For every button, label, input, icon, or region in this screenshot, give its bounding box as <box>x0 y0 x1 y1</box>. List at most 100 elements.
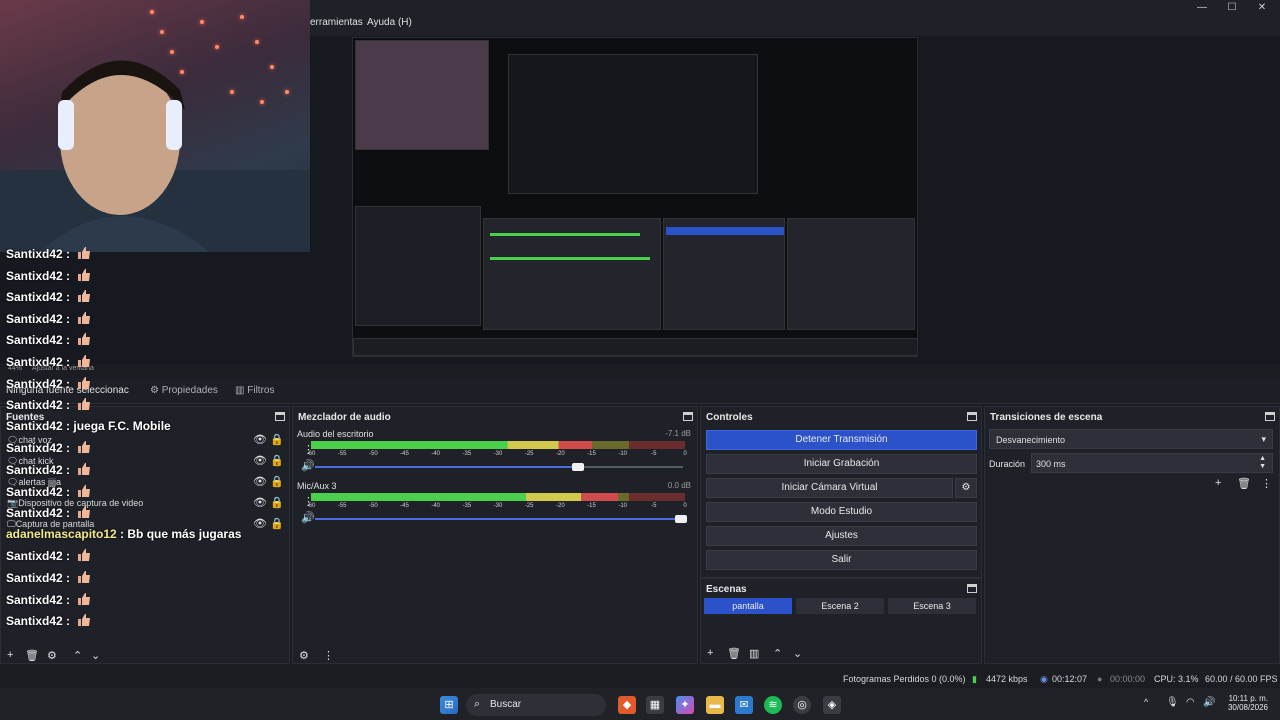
mixer-menu-icon[interactable]: ⋮ <box>323 649 334 662</box>
gear-icon[interactable]: ⚙ <box>47 649 57 662</box>
undock-icon[interactable] <box>967 412 977 421</box>
lock-icon[interactable]: 🔒 <box>270 496 284 509</box>
folder-icon[interactable]: ▬ <box>706 696 724 714</box>
chevron-down-icon[interactable]: ⌄ <box>91 649 100 662</box>
trash-icon[interactable]: 🗑 <box>25 649 39 662</box>
properties-label: Propiedades <box>161 385 218 396</box>
preview-canvas[interactable] <box>352 37 918 357</box>
transition-select[interactable]: Desvanecimiento ▾ <box>989 429 1273 449</box>
stop-stream-button[interactable]: Detener Transmisión <box>706 430 977 450</box>
eye-icon[interactable]: 👁 <box>253 433 267 446</box>
volume-knob[interactable] <box>571 463 584 471</box>
undock-icon[interactable] <box>683 412 693 421</box>
source-item[interactable]: 🗨alertas jjjja 👁 🔒 <box>7 473 284 491</box>
speaker-icon[interactable]: 🔊 <box>301 511 315 524</box>
volume-icon[interactable]: 🔊 <box>1203 697 1215 708</box>
meter-tick-label: -55 <box>337 451 347 457</box>
app-icon[interactable]: ◈ <box>823 696 841 714</box>
undock-icon[interactable] <box>275 412 285 421</box>
exit-button[interactable]: Salir <box>706 550 977 570</box>
channel-db: 0.0 dB <box>667 481 691 490</box>
chevron-up-icon[interactable]: ⌃ <box>773 647 782 660</box>
channel-name: Audio del escritorio <box>297 429 374 439</box>
settings-button[interactable]: Ajustes <box>706 526 977 546</box>
windows-start-icon[interactable]: ⊞ <box>440 696 458 714</box>
properties-button[interactable]: ⚙ Propiedades <box>150 385 218 396</box>
scene-2[interactable]: Escena 2 <box>796 598 884 614</box>
gear-icon: ⚙ <box>961 482 971 493</box>
lock-icon[interactable]: 🔒 <box>270 454 284 467</box>
minimize-button[interactable]: — <box>1190 2 1214 16</box>
speech-icon: 🗨 <box>7 456 19 466</box>
filters-button[interactable]: ▥ Filtros <box>235 385 274 396</box>
transitions-title: Transiciones de escena <box>990 412 1103 423</box>
close-button[interactable]: ✕ <box>1250 2 1274 16</box>
clock-date: 30/08/2026 <box>1227 703 1268 712</box>
brave-icon[interactable]: ◆ <box>618 696 636 714</box>
trash-icon[interactable]: 🗑 <box>727 647 741 660</box>
start-recording-button[interactable]: Iniciar Grabación <box>706 454 977 474</box>
transition-menu-icon[interactable]: ⋮ <box>1261 477 1272 490</box>
lock-icon[interactable]: 🔒 <box>270 517 284 530</box>
trash-icon[interactable]: 🗑 <box>1237 477 1251 490</box>
taskbar-search[interactable]: ⌕ Buscar <box>466 694 606 716</box>
volume-knob[interactable] <box>675 515 687 523</box>
eye-icon[interactable]: 👁 <box>253 454 267 467</box>
obs-icon[interactable]: ◎ <box>793 696 811 714</box>
undock-icon[interactable] <box>967 584 977 593</box>
maximize-button[interactable]: ☐ <box>1220 2 1244 16</box>
status-bar: Fotogramas Perdidos 0 (0.0%) ▮ 4472 kbps… <box>0 668 1280 688</box>
scene-pantalla[interactable]: pantalla <box>704 598 792 614</box>
volume-slider[interactable] <box>315 463 683 471</box>
virtual-cam-settings-button[interactable]: ⚙ <box>955 478 977 498</box>
source-item[interactable]: 📷Dispositivo de captura de video 👁 🔒 <box>7 494 284 512</box>
eye-icon[interactable]: 👁 <box>253 475 267 488</box>
zoom-level[interactable]: 44% <box>8 365 22 372</box>
volume-slider[interactable] <box>315 515 687 523</box>
stream-time: 00:12:07 <box>1052 674 1088 684</box>
meter-tick-label: -5 <box>651 503 657 509</box>
spinner-icon[interactable]: ▲ ▼ <box>1259 455 1266 471</box>
menu-help[interactable]: Ayuda (H) <box>367 17 412 28</box>
filters-label: Filtros <box>247 385 275 396</box>
meter-tick-label: -25 <box>524 503 534 509</box>
meter-tick-label: -60 <box>306 451 316 457</box>
studio-mode-button[interactable]: Modo Estudio <box>706 502 977 522</box>
mail-icon[interactable]: ✉ <box>735 696 753 714</box>
speaker-icon[interactable]: 🔊 <box>301 459 315 472</box>
audio-meter <box>311 493 685 501</box>
menu-tools[interactable]: erramientas <box>310 17 363 28</box>
copilot-icon[interactable]: ✦ <box>676 696 694 714</box>
wifi-icon[interactable]: ◠ <box>1186 697 1195 708</box>
add-source-icon[interactable]: + <box>7 649 13 661</box>
fit-window-option[interactable]: Ajustar a la ventana <box>32 365 94 372</box>
filter-icon[interactable]: ▥ <box>749 647 759 660</box>
webcam-image <box>0 60 310 252</box>
cpu-usage: CPU: 3.1% <box>1154 674 1199 684</box>
scene-3[interactable]: Escena 3 <box>888 598 976 614</box>
store-icon[interactable]: ▦ <box>646 696 664 714</box>
meter-tick-label: -40 <box>431 503 440 509</box>
eye-icon[interactable]: 👁 <box>253 517 267 530</box>
undock-icon[interactable] <box>1265 412 1275 421</box>
duration-input[interactable]: 300 ms ▲ ▼ <box>1031 453 1273 473</box>
start-virtual-cam-button[interactable]: Iniciar Cámara Virtual <box>706 478 953 498</box>
chevron-up-icon[interactable]: ⌃ <box>73 649 82 662</box>
monitor-icon: 🖵 <box>7 519 16 529</box>
mixer-settings-icon[interactable]: ⚙ <box>299 649 309 662</box>
clock[interactable]: 10:11 p. m. 30/08/2026 <box>1222 694 1268 712</box>
chevron-down-icon[interactable]: ⌄ <box>793 647 802 660</box>
source-item[interactable]: 🗨chat voz 👁 🔒 <box>7 431 284 449</box>
meter-tick-label: 0 <box>683 451 687 457</box>
mic-icon[interactable]: 🎙 <box>1166 697 1179 708</box>
add-scene-icon[interactable]: + <box>707 647 713 659</box>
eye-icon[interactable]: 👁 <box>253 496 267 509</box>
add-transition-icon[interactable]: + <box>1215 477 1221 489</box>
lock-icon[interactable]: 🔒 <box>270 475 284 488</box>
chevron-up-icon[interactable]: ^ <box>1144 697 1148 707</box>
meter-tick-label: 0 <box>683 503 687 509</box>
source-item[interactable]: 🖵Captura de pantalla 👁 🔒 <box>7 515 284 533</box>
spotify-icon[interactable]: ≋ <box>764 696 782 714</box>
lock-icon[interactable]: 🔒 <box>270 433 284 446</box>
source-item[interactable]: 🗨chat kick 👁 🔒 <box>7 452 284 470</box>
